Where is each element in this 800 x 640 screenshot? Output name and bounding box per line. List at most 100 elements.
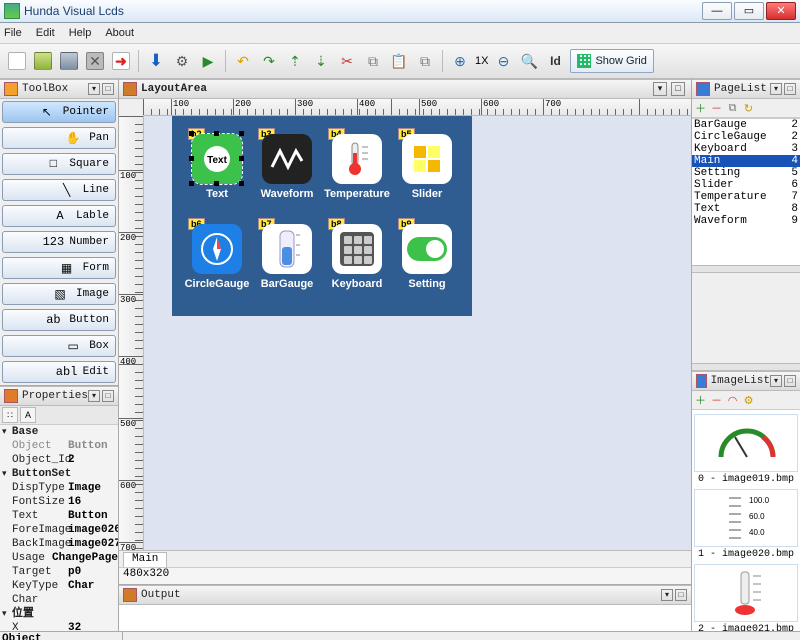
prop-row[interactable]: Char	[0, 593, 118, 607]
splitter-1[interactable]	[692, 265, 800, 273]
canvas-item-waveform[interactable]: b3Waveform	[252, 134, 322, 200]
canvas-item-temperature[interactable]: b4Temperature	[322, 134, 392, 200]
prop-row[interactable]: X32	[0, 621, 118, 631]
config-image-icon[interactable]: ⚙	[742, 394, 755, 407]
imagelist-header[interactable]: ImageList ▾□	[692, 371, 800, 391]
prop-row[interactable]: BackImageimage027.bmp	[0, 537, 118, 551]
page-row[interactable]: Waveform9	[692, 215, 800, 227]
dropdown-icon[interactable]: ▾	[770, 375, 782, 387]
prop-row[interactable]: UsageChangePage	[0, 551, 118, 565]
tool-box[interactable]: ▭Box	[0, 333, 118, 359]
dropdown-icon[interactable]: ▾	[661, 589, 673, 601]
prop-row[interactable]: Targetp0	[0, 565, 118, 579]
pin-icon[interactable]: □	[102, 390, 114, 402]
settings-icon[interactable]: ⚙	[171, 50, 193, 72]
tool-lable[interactable]: ALable	[0, 203, 118, 229]
prop-row[interactable]: ForeImageimage026.bmp	[0, 523, 118, 537]
prop-row[interactable]: FontSize16	[0, 495, 118, 509]
zoom-out-icon[interactable]: ⊖	[492, 50, 514, 72]
copy-page-icon[interactable]: ⧉	[726, 102, 739, 115]
show-grid-button[interactable]: Show Grid	[570, 49, 653, 73]
close-button[interactable]: ✕	[766, 2, 796, 20]
redo-icon[interactable]: ↷	[258, 50, 280, 72]
pin-icon[interactable]: □	[784, 83, 796, 95]
prop-row[interactable]: DispTypeImage	[0, 481, 118, 495]
prop-row[interactable]: ObjectButton	[0, 439, 118, 453]
properties-header[interactable]: Properties ▾□	[0, 386, 118, 406]
canvas-item-circlegauge[interactable]: b6CircleGauge	[182, 224, 252, 290]
image-thumb[interactable]: 100.060.040.0	[694, 489, 798, 547]
tool-square[interactable]: □Square	[0, 151, 118, 177]
canvas-item-text[interactable]: b2TextText	[182, 134, 252, 200]
canvas-item-bargauge[interactable]: b7BarGauge	[252, 224, 322, 290]
add-page-icon[interactable]: ＋	[694, 102, 707, 115]
add-image-icon[interactable]: ＋	[694, 394, 707, 407]
page-row[interactable]: Main4	[692, 155, 800, 167]
align-up-icon[interactable]: ⇡	[284, 50, 306, 72]
prop-group[interactable]: Base	[0, 425, 118, 439]
imagelist-body[interactable]: 0 - image019.bmp100.060.040.01 - image02…	[692, 410, 800, 631]
page-row[interactable]: CircleGauge2	[692, 131, 800, 143]
canvas-item-keyboard[interactable]: b8Keyboard	[322, 224, 392, 290]
zoom-fit-icon[interactable]: 🔍	[518, 50, 540, 72]
exit-icon[interactable]: ➜	[110, 50, 132, 72]
remove-page-icon[interactable]: －	[710, 102, 723, 115]
prop-row[interactable]: Object_Id2	[0, 453, 118, 467]
menu-edit[interactable]: Edit	[36, 27, 55, 39]
page-row[interactable]: Text8	[692, 203, 800, 215]
undo-icon[interactable]: ↶	[232, 50, 254, 72]
page-row[interactable]: Keyboard3	[692, 143, 800, 155]
pin-icon[interactable]: □	[102, 83, 114, 95]
tool-button[interactable]: abButton	[0, 307, 118, 333]
page-row[interactable]: Slider6	[692, 179, 800, 191]
page-row[interactable]: Setting5	[692, 167, 800, 179]
dropdown-icon[interactable]: ▾	[88, 390, 100, 402]
pagelist-body[interactable]: BarGauge2CircleGauge2Keyboard3Main4Setti…	[692, 118, 800, 265]
gauge-image-icon[interactable]: ◠	[726, 394, 739, 407]
pin-icon[interactable]: □	[675, 589, 687, 601]
prop-row[interactable]: KeyTypeChar	[0, 579, 118, 593]
zoom-in-icon[interactable]: ⊕	[449, 50, 471, 72]
page-row[interactable]: Temperature7	[692, 191, 800, 203]
remove-image-icon[interactable]: －	[710, 394, 723, 407]
tool-form[interactable]: ▦Form	[0, 255, 118, 281]
toolbox-header[interactable]: ToolBox ▾□	[0, 79, 118, 99]
save-icon[interactable]	[58, 50, 80, 72]
canvas-item-slider[interactable]: b5Slider	[392, 134, 462, 200]
align-down-icon[interactable]: ⇣	[310, 50, 332, 72]
image-thumb[interactable]	[694, 414, 798, 472]
page-tab-main[interactable]: Main	[123, 552, 167, 567]
tool-edit[interactable]: ablEdit	[0, 359, 118, 385]
canvas-item-setting[interactable]: b9Setting	[392, 224, 462, 290]
prop-row[interactable]: TextButton	[0, 509, 118, 523]
duplicate-icon[interactable]: ⧉	[414, 50, 436, 72]
canvas[interactable]: b2TextTextb3Waveformb4Temperatureb5Slide…	[144, 116, 691, 550]
prop-group[interactable]: ButtonSet	[0, 467, 118, 481]
copy-icon[interactable]: ⧉	[362, 50, 384, 72]
menu-file[interactable]: File	[4, 27, 22, 39]
menu-help[interactable]: Help	[69, 27, 92, 39]
categorized-icon[interactable]: ∷	[2, 407, 18, 423]
layout-header[interactable]: LayoutArea ▾ □	[119, 79, 691, 99]
maximize-button[interactable]: ▭	[734, 2, 764, 20]
properties-grid[interactable]: BaseObjectButtonObject_Id2ButtonSetDispT…	[0, 425, 118, 631]
dropdown-icon[interactable]: ▾	[653, 82, 667, 96]
refresh-page-icon[interactable]: ↻	[742, 102, 755, 115]
cut-icon[interactable]: ✂	[336, 50, 358, 72]
tool-image[interactable]: ▧Image	[0, 281, 118, 307]
tool-line[interactable]: ╲Line	[0, 177, 118, 203]
output-header[interactable]: Output ▾□	[119, 585, 691, 605]
menu-about[interactable]: About	[105, 27, 134, 39]
pin-icon[interactable]: □	[784, 375, 796, 387]
dropdown-icon[interactable]: ▾	[88, 83, 100, 95]
splitter-2[interactable]	[692, 363, 800, 371]
dropdown-icon[interactable]: ▾	[770, 83, 782, 95]
pin-icon[interactable]: □	[671, 82, 685, 96]
prop-group[interactable]: 位置	[0, 607, 118, 621]
page-row[interactable]: BarGauge2	[692, 119, 800, 131]
minimize-button[interactable]: —	[702, 2, 732, 20]
tool-pan[interactable]: ✋Pan	[0, 125, 118, 151]
new-icon[interactable]	[6, 50, 28, 72]
pagelist-header[interactable]: PageList ▾□	[692, 79, 800, 99]
delete-icon[interactable]: ✕	[84, 50, 106, 72]
